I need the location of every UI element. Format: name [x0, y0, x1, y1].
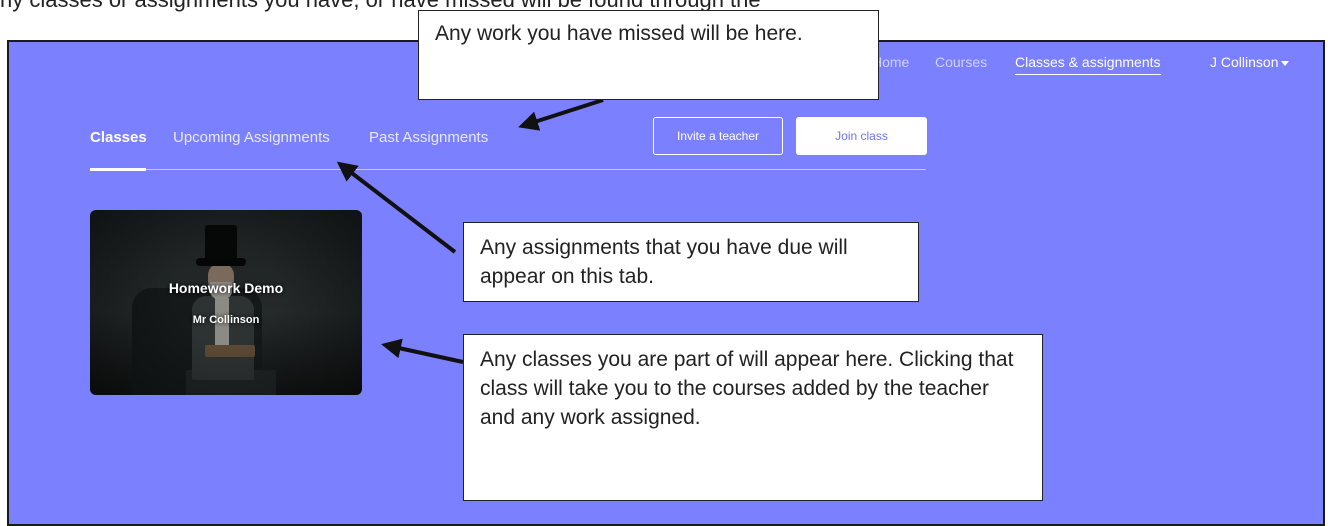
callout-assignments: Any assignments that you have due will a…	[463, 222, 919, 302]
callout-missed-work: Any work you have missed will be here.	[418, 10, 879, 100]
callout-classes: Any classes you are part of will appear …	[463, 334, 1043, 501]
arrow-classes	[381, 338, 464, 364]
arrow-missed	[518, 98, 604, 131]
arrow-assignments	[336, 161, 457, 254]
